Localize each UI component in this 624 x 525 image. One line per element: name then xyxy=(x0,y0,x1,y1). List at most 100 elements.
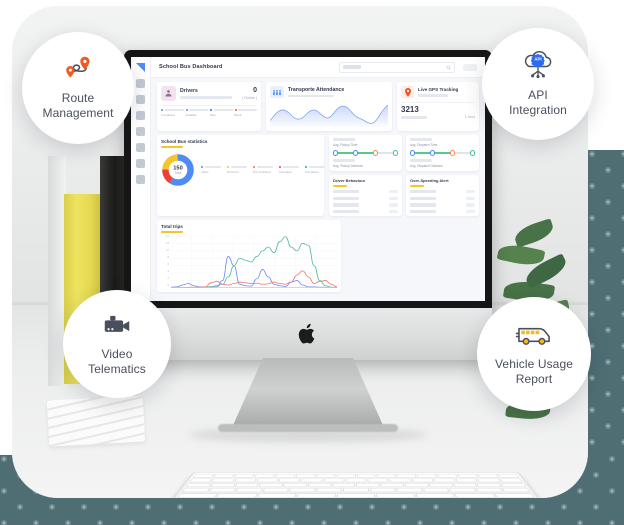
legend-label: Not confirmed xyxy=(252,170,271,175)
badge-video-telematics[interactable]: Video Telematics xyxy=(63,290,171,398)
keyboard-key[interactable] xyxy=(477,478,501,483)
sidebar-item-5[interactable] xyxy=(136,127,145,136)
sidebar-item-4[interactable] xyxy=(136,111,145,120)
keyboard-key[interactable] xyxy=(233,473,255,478)
sidebar-item-6[interactable] xyxy=(136,143,145,152)
keyboard-key[interactable] xyxy=(454,493,496,498)
keyboard-key[interactable] xyxy=(475,487,504,493)
keyboard-key[interactable] xyxy=(396,487,423,493)
sidebar-item-2[interactable] xyxy=(136,79,145,88)
keyboard-key[interactable] xyxy=(411,478,434,483)
keyboard-key[interactable] xyxy=(336,493,376,498)
list-item xyxy=(410,196,475,200)
keyboard-key[interactable] xyxy=(295,473,316,478)
keyboard-key[interactable] xyxy=(455,478,479,483)
legend-label: Cancelled xyxy=(278,170,292,175)
keyboard-key[interactable] xyxy=(449,487,477,493)
driver-avatar-icon xyxy=(161,86,176,101)
badge-route-management[interactable]: Route Management xyxy=(22,32,134,144)
keyboard-key[interactable] xyxy=(389,478,412,483)
search-input[interactable] xyxy=(339,61,455,73)
keyboard-key[interactable] xyxy=(415,493,456,498)
keyboard-key[interactable] xyxy=(376,473,397,478)
keyboard-key[interactable] xyxy=(262,487,290,493)
legend-label: No Driver xyxy=(226,170,239,175)
card-driver-behaviour[interactable]: Driver Behaviour xyxy=(329,175,402,217)
keyboard-key[interactable] xyxy=(367,478,389,483)
card-avg-pickup[interactable]: Avg. Pickup Time Avg. Pickup Distance xyxy=(329,135,402,172)
keyboard-row xyxy=(185,483,527,488)
card-live-gps-tracking[interactable]: Live GPS Tracking 3213 1 hour xyxy=(397,82,479,131)
keyboard-key[interactable] xyxy=(216,493,258,498)
keyboard-key[interactable] xyxy=(283,483,308,488)
keyboard-key[interactable] xyxy=(234,483,260,488)
keyboard-key[interactable] xyxy=(433,478,457,483)
keyboard-key[interactable] xyxy=(235,487,263,493)
card-avg-dispatch[interactable]: Avg. Dispatch Time Avg. Dispatch Distanc… xyxy=(406,135,479,172)
keyboard-key[interactable] xyxy=(376,493,416,498)
keyboard-key[interactable] xyxy=(422,487,450,493)
keyboard-key[interactable] xyxy=(307,483,332,488)
keyboard-key[interactable] xyxy=(499,478,524,483)
keyboard-key[interactable] xyxy=(396,473,417,478)
keyboard-key[interactable] xyxy=(493,493,536,498)
keyboard-key[interactable] xyxy=(181,487,210,493)
card-drivers[interactable]: Drivers 0 ( Online ) Completed Available… xyxy=(157,82,261,131)
keyboard-key[interactable] xyxy=(289,487,316,493)
keyboard-key[interactable] xyxy=(416,473,438,478)
card-school-bus-statistics[interactable]: School Bus statistics 150 Total Active N… xyxy=(157,135,325,217)
keyboard-key[interactable] xyxy=(185,483,212,488)
keyboard-key[interactable] xyxy=(369,487,396,493)
badge-api-integration[interactable]: API API Integration xyxy=(482,28,594,140)
card-transport-attendance[interactable]: Transporte Attendance xyxy=(266,82,392,131)
keyboard-key[interactable] xyxy=(476,483,503,488)
keyboard-key[interactable] xyxy=(278,478,301,483)
keyboard-key[interactable] xyxy=(192,473,215,478)
keyboard-key[interactable] xyxy=(477,473,499,478)
keyboard-key[interactable] xyxy=(274,473,296,478)
app-sidebar[interactable] xyxy=(131,57,151,301)
keyboard-key[interactable] xyxy=(258,483,284,488)
keyboard-key[interactable] xyxy=(256,493,297,498)
keyboard-key[interactable] xyxy=(300,478,323,483)
keyboard-key[interactable] xyxy=(296,493,336,498)
keyboard-key[interactable] xyxy=(255,478,279,483)
keyboard-key[interactable] xyxy=(254,473,276,478)
card-over-speeding-alert[interactable]: Over-Speeding Alert xyxy=(406,175,479,217)
keyboard-key[interactable] xyxy=(233,478,257,483)
badge-vehicle-usage-report[interactable]: Vehicle Usage Report xyxy=(477,297,591,411)
keyboard-key[interactable] xyxy=(336,473,356,478)
apple-keyboard[interactable] xyxy=(171,472,541,498)
keyboard-key[interactable] xyxy=(213,473,235,478)
sidebar-item-7[interactable] xyxy=(136,159,145,168)
card-total-trips[interactable]: Total trips 14 12 10 8 6 4 2 0 xyxy=(157,220,341,292)
keyboard-key[interactable] xyxy=(345,478,367,483)
keyboard-key[interactable] xyxy=(316,487,343,493)
keyboard-key[interactable] xyxy=(332,483,356,488)
keyboard-key[interactable] xyxy=(315,473,336,478)
keyboard-key[interactable] xyxy=(436,473,458,478)
keyboard-key[interactable] xyxy=(500,483,527,488)
keyboard-key[interactable] xyxy=(322,478,345,483)
keyboard-key[interactable] xyxy=(502,487,531,493)
keyboard-key[interactable] xyxy=(208,487,237,493)
keyboard-key[interactable] xyxy=(457,473,479,478)
sidebar-item-3[interactable] xyxy=(136,95,145,104)
keyboard-key[interactable] xyxy=(497,473,520,478)
sidebar-item-active[interactable] xyxy=(136,63,145,72)
keyboard-key[interactable] xyxy=(428,483,454,488)
keyboard-key[interactable] xyxy=(343,487,369,493)
badge-label: API Integration xyxy=(509,88,567,117)
keyboard-key[interactable] xyxy=(380,483,405,488)
keyboard-key[interactable] xyxy=(452,483,478,488)
header-profile[interactable] xyxy=(463,63,477,71)
sidebar-item-8[interactable] xyxy=(136,175,145,184)
keyboard-key[interactable] xyxy=(209,483,236,488)
keyboard-key[interactable] xyxy=(356,473,376,478)
keyboard-key[interactable] xyxy=(188,478,213,483)
keyboard-key[interactable] xyxy=(211,478,235,483)
keyboard-key[interactable] xyxy=(404,483,429,488)
search-icon[interactable] xyxy=(446,65,451,70)
keyboard-key[interactable] xyxy=(356,483,380,488)
keyboard-key[interactable] xyxy=(176,493,219,498)
